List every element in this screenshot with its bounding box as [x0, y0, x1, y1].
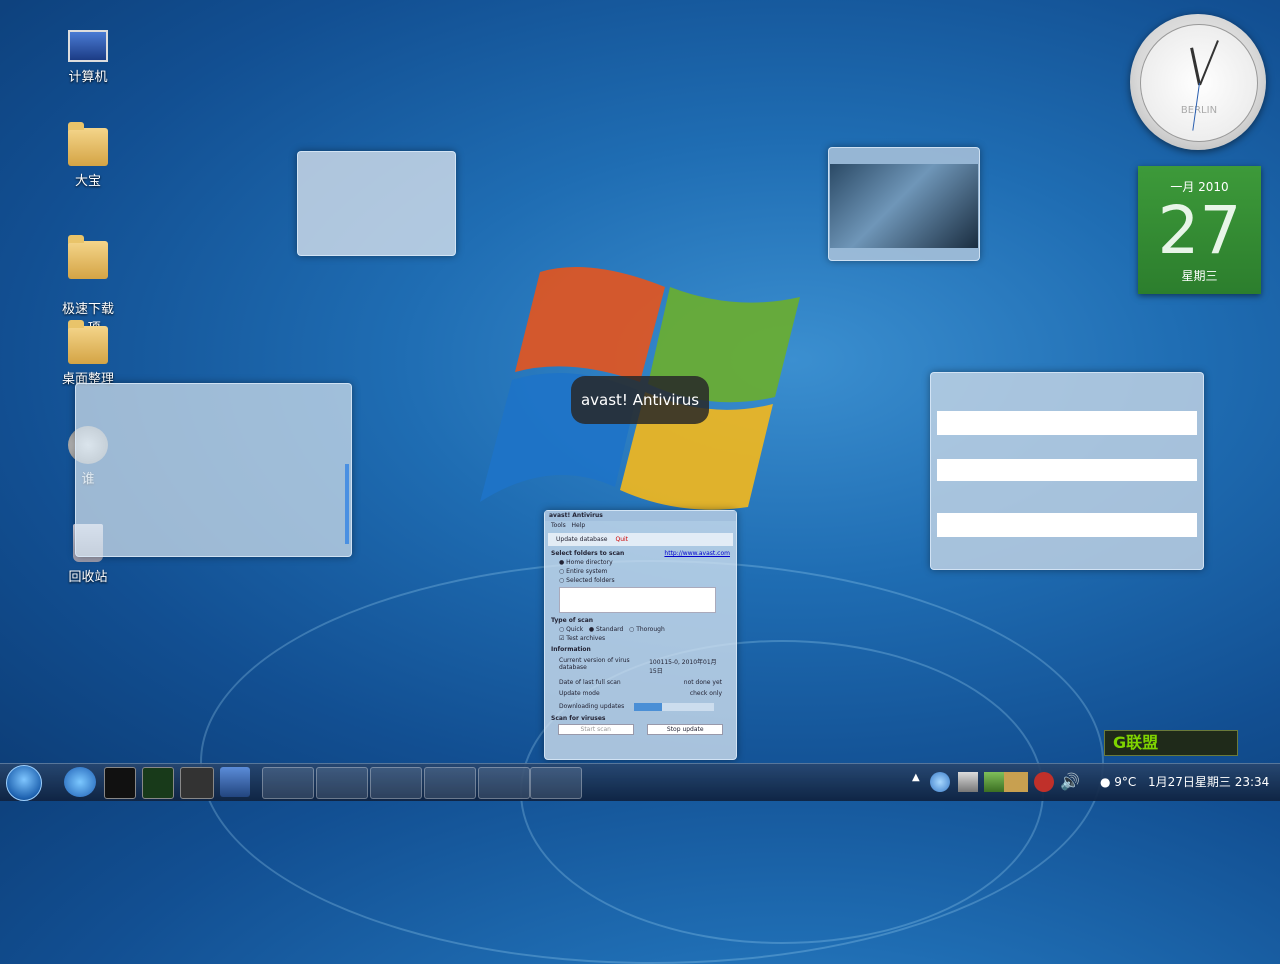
info-key: Update mode: [559, 690, 600, 697]
download-progress-bar: [634, 703, 714, 711]
memory-graph: [937, 459, 1197, 481]
task-settings[interactable]: [530, 767, 582, 799]
checkbox-test-archives[interactable]: ☑ Test archives: [559, 635, 722, 642]
cpu-graph: [937, 411, 1197, 435]
task-avast[interactable]: [370, 767, 422, 799]
info-row: Current version of virus database 100115-…: [559, 657, 722, 675]
record-icon[interactable]: [1034, 772, 1054, 792]
terminal-launcher-icon[interactable]: [104, 767, 136, 799]
radio-standard[interactable]: ● Standard: [589, 626, 623, 633]
avast-menubar: Tools Help: [545, 521, 736, 531]
clock-face: BERLIN: [1140, 24, 1258, 142]
task-browser[interactable]: [424, 767, 476, 799]
info-value: check only: [689, 690, 722, 697]
desktop-icon-label: 回收站: [68, 570, 108, 585]
window-thumbnail-media[interactable]: [828, 147, 980, 261]
hour-hand: [1190, 47, 1201, 86]
option-label: Entire system: [566, 568, 608, 575]
download-progress-row: Downloading updates: [559, 701, 722, 711]
clock-gadget[interactable]: BERLIN: [1130, 14, 1266, 150]
option-label: Thorough: [636, 626, 665, 633]
window-thumbnail-terminal[interactable]: [75, 383, 352, 557]
expand-tray-icon[interactable]: ▲: [912, 772, 932, 792]
info-row: Date of last full scan not done yet: [559, 679, 722, 686]
window-thumbnail-explorer[interactable]: [297, 151, 456, 256]
menu-tools[interactable]: Tools: [551, 522, 566, 529]
temp-text: 9°C: [1114, 775, 1137, 789]
desktop-icon-dabao[interactable]: 大宝: [58, 122, 118, 189]
avast-titlebar[interactable]: avast! Antivirus: [545, 511, 736, 521]
quit-button[interactable]: Quit: [615, 536, 628, 543]
calendar-weekday: 星期三: [1181, 269, 1218, 283]
option-label: Selected folders: [566, 577, 615, 584]
computer-launcher-icon[interactable]: [220, 767, 250, 797]
minute-hand: [1199, 40, 1219, 86]
weather-temp[interactable]: ● 9°C: [1100, 764, 1136, 801]
option-label: Quick: [566, 626, 584, 633]
info-row: Update mode check only: [559, 690, 722, 697]
update-icon[interactable]: [1004, 772, 1028, 792]
info-value: 100115-0, 2010年01月15日: [649, 659, 717, 675]
desktop-icon-label: 大宝: [74, 174, 101, 189]
update-database-button[interactable]: Update database: [556, 536, 607, 543]
progress-fill: [634, 703, 662, 711]
download-label: Downloading updates: [559, 702, 625, 710]
option-label: Standard: [596, 626, 624, 633]
radio-quick[interactable]: ○ Quick: [559, 626, 583, 633]
volume-icon[interactable]: 🔊: [1060, 772, 1080, 792]
option-label: Test archives: [566, 635, 606, 642]
scan-type-options: ○ Quick ● Standard ○ Thorough: [559, 626, 722, 633]
terminal-scrollbar[interactable]: [345, 464, 349, 544]
radio-selected-folders[interactable]: ○ Selected folders: [559, 577, 722, 584]
avast-link[interactable]: http://www.avast.com: [664, 550, 730, 557]
monitor-launcher-icon[interactable]: [142, 767, 174, 799]
type-of-scan-heading: Type of scan: [551, 617, 594, 624]
radio-home-directory[interactable]: ● Home directory: [559, 559, 722, 566]
info-value: not done yet: [683, 679, 722, 686]
information-heading: Information: [551, 646, 591, 653]
radio-thorough[interactable]: ○ Thorough: [629, 626, 665, 633]
start-scan-button[interactable]: Start scan: [557, 724, 634, 735]
folder-icon: [68, 320, 108, 364]
desktop-icon-organize[interactable]: 桌面整理: [58, 320, 118, 387]
avast-window[interactable]: avast! Antivirus Tools Help Update datab…: [544, 510, 737, 760]
select-folders-heading: Select folders to scan http://www.avast.…: [551, 550, 730, 557]
g-alliance-badge[interactable]: G联盟: [1104, 730, 1238, 756]
task-photo[interactable]: [478, 767, 530, 799]
desktop-icon-label: 计算机: [68, 70, 108, 85]
clock-city: BERLIN: [1180, 105, 1218, 116]
info-key: Current version of virus database: [559, 657, 630, 671]
task-monitor[interactable]: [262, 767, 314, 799]
computer-icon: [68, 30, 108, 62]
network-graph: [937, 513, 1197, 537]
option-label: Home directory: [566, 559, 613, 566]
calendar-day: 27: [1157, 192, 1242, 269]
window-thumbnail-monitor[interactable]: [930, 372, 1204, 570]
scan-heading: Scan for viruses: [551, 715, 606, 722]
window-switcher-tooltip: avast! Antivirus: [571, 376, 709, 424]
bluetooth-icon[interactable]: [984, 772, 1004, 792]
avast-buttons: Start scan Stop update: [551, 724, 730, 735]
tray-datetime[interactable]: 1月27日星期三 23:34: [1148, 764, 1269, 801]
network-icon[interactable]: [958, 772, 978, 792]
calendar-gadget[interactable]: 一月 2010 27 星期三: [1138, 166, 1261, 294]
avast-toolbar: Update database Quit: [548, 533, 733, 546]
menu-help[interactable]: Help: [572, 522, 586, 529]
section-title: Select folders to scan: [551, 550, 625, 557]
start-button[interactable]: [6, 765, 42, 801]
qq-icon[interactable]: [930, 772, 950, 792]
task-terminal[interactable]: [316, 767, 368, 799]
desktop-icon-computer[interactable]: 计算机: [58, 30, 118, 85]
stop-update-button[interactable]: Stop update: [647, 724, 724, 735]
app-launcher-icon[interactable]: [180, 767, 214, 799]
user-folder-icon: [68, 122, 108, 166]
radio-entire-system[interactable]: ○ Entire system: [559, 568, 722, 575]
folder-icon: [68, 235, 108, 279]
folder-list-box[interactable]: [559, 587, 716, 613]
info-key: Date of last full scan: [559, 679, 621, 686]
ie-icon[interactable]: [64, 767, 96, 797]
taskbar: ▲ 🔊 ● 9°C 1月27日星期三 23:34: [0, 763, 1280, 801]
video-frame: [830, 164, 978, 248]
